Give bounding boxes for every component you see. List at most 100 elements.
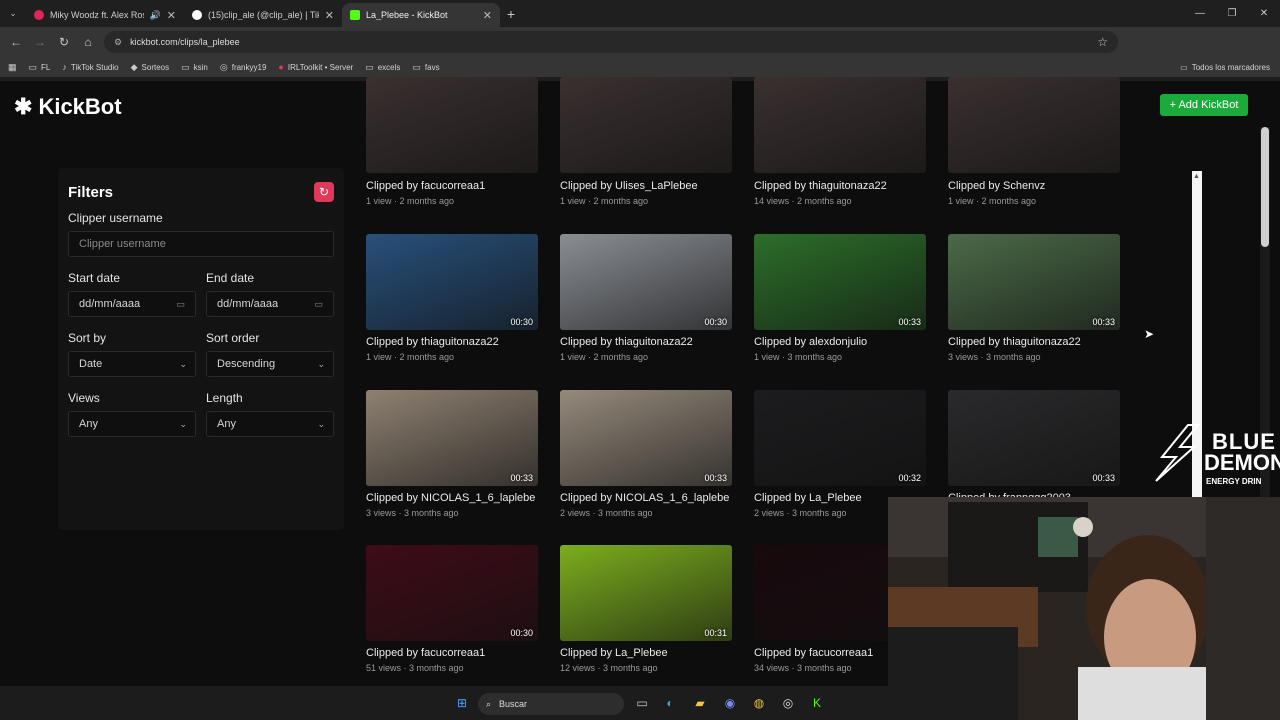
clip-thumbnail[interactable]: [948, 77, 1120, 173]
obs-icon[interactable]: ◎: [780, 695, 796, 711]
clip-thumbnail[interactable]: [560, 77, 732, 173]
calendar-icon[interactable]: ▭: [176, 299, 185, 310]
minimize-icon[interactable]: —: [1184, 0, 1216, 27]
site-info-icon[interactable]: ⚙: [114, 37, 122, 48]
clip-thumbnail[interactable]: 00:30: [366, 545, 538, 641]
bookmark-frankyy19[interactable]: ◎ frankyy19: [220, 62, 267, 73]
add-kickbot-button[interactable]: + Add KickBot: [1160, 94, 1248, 116]
clip-thumbnail[interactable]: 00:33: [560, 390, 732, 486]
bookmark-label: excels: [377, 62, 401, 72]
end-date-input[interactable]: dd/mm/aaaa ▭: [206, 291, 334, 317]
clip-clipper[interactable]: Clipped by Schenvz: [948, 180, 1045, 192]
clip-clipper[interactable]: Clipped by thiaguitonaza22: [948, 336, 1081, 348]
windows-start-icon[interactable]: ⊞: [454, 695, 470, 711]
file-explorer-icon[interactable]: ▰: [692, 695, 708, 711]
clip-duration: 00:32: [898, 473, 921, 483]
bookmark-tiktok-studio[interactable]: ♪ TikTok Studio: [62, 62, 118, 72]
filters-panel: Filters ↻ Clipper username Clipper usern…: [58, 168, 344, 530]
bookmark-irltoolkit[interactable]: ● IRLToolkit • Server: [278, 62, 353, 72]
speaker-icon[interactable]: 🔊: [150, 10, 161, 21]
clip-clipper[interactable]: Clipped by Ulises_LaPlebee: [560, 180, 698, 192]
home-icon[interactable]: ⌂: [76, 35, 100, 49]
clip-clipper[interactable]: Clipped by NICOLAS_1_6_laplebe: [366, 492, 535, 504]
apps-grid-icon[interactable]: ▦: [8, 62, 17, 73]
start-date-input[interactable]: dd/mm/aaaa ▭: [68, 291, 196, 317]
clip-clipper[interactable]: Clipped by facucorreaa1: [366, 180, 485, 192]
clip-clipper[interactable]: Clipped by NICOLAS_1_6_laplebe: [560, 492, 729, 504]
edge-icon[interactable]: ◐: [662, 695, 678, 711]
clip-clipper[interactable]: Clipped by La_Plebee: [754, 492, 862, 504]
bookmark-excels[interactable]: ▭ excels: [365, 62, 400, 73]
folder-icon: ▭: [181, 61, 190, 72]
clip-thumbnail[interactable]: 00:33: [948, 234, 1120, 330]
lightning-logo-icon: [1155, 424, 1201, 482]
clip-clipper[interactable]: Clipped by thiaguitonaza22: [754, 180, 887, 192]
clip-duration: 00:33: [898, 317, 921, 327]
discord-icon[interactable]: ◉: [722, 695, 738, 711]
clip-thumbnail[interactable]: 00:33: [366, 390, 538, 486]
scroll-up-icon[interactable]: ▲: [1193, 173, 1200, 180]
reset-filters-icon[interactable]: ↻: [314, 182, 334, 202]
link-icon: ◎: [219, 61, 228, 72]
new-tab-button[interactable]: +: [500, 6, 522, 22]
folder-icon: ▭: [1180, 62, 1188, 72]
views-label: Views: [68, 391, 100, 405]
address-bar[interactable]: ⚙ kickbot.com/clips/la_plebee ☆: [104, 31, 1118, 53]
clipper-username-input[interactable]: Clipper username: [68, 231, 334, 257]
close-tab-icon[interactable]: ✕: [167, 9, 176, 22]
bookmark-sorteos[interactable]: ◆ Sorteos: [131, 62, 170, 73]
clip-clipper[interactable]: Clipped by thiaguitonaza22: [366, 336, 499, 348]
length-label: Length: [206, 391, 243, 405]
close-tab-icon[interactable]: ✕: [483, 9, 492, 22]
clip-meta: 34 views · 3 months ago: [754, 663, 852, 673]
clip-thumbnail[interactable]: 00:32: [754, 390, 926, 486]
webcam-overlay: [888, 497, 1280, 720]
length-select[interactable]: Any ⌄: [206, 411, 334, 437]
forward-icon[interactable]: →: [28, 35, 52, 49]
bookmark-star-icon[interactable]: ☆: [1097, 35, 1108, 49]
clip-duration: 00:30: [510, 628, 533, 638]
calendar-icon[interactable]: ▭: [314, 299, 323, 310]
logo-text: KickBot: [38, 94, 122, 119]
close-tab-icon[interactable]: ✕: [325, 9, 334, 22]
clip-thumbnail[interactable]: [366, 77, 538, 173]
end-date-value: dd/mm/aaaa: [217, 298, 279, 310]
mouse-cursor-icon: ➤: [1144, 327, 1155, 341]
tab-search-icon[interactable]: ⌄: [0, 0, 26, 27]
clip-thumbnail[interactable]: [754, 77, 926, 173]
clip-duration: 00:33: [704, 473, 727, 483]
search-icon: ⌕: [486, 698, 492, 709]
tab-kickbot[interactable]: La_Plebee - KickBot ✕: [342, 3, 500, 27]
start-date-label: Start date: [68, 271, 121, 285]
reload-icon[interactable]: ↻: [52, 35, 76, 49]
task-view-icon[interactable]: ▭: [634, 695, 650, 711]
clip-clipper[interactable]: Clipped by La_Plebee: [560, 647, 668, 659]
tab-tiktok[interactable]: (15)clip_ale (@clip_ale) | TikTok ✕: [184, 3, 342, 27]
bookmark-fl[interactable]: ▭ FL: [29, 62, 51, 73]
taskbar-search[interactable]: ⌕ Buscar: [478, 693, 624, 715]
chrome-icon[interactable]: ◍: [751, 695, 767, 711]
sort-by-select[interactable]: Date ⌄: [68, 351, 196, 377]
views-select[interactable]: Any ⌄: [68, 411, 196, 437]
close-window-icon[interactable]: ✕: [1248, 0, 1280, 27]
kick-app-icon[interactable]: K: [809, 695, 825, 711]
sort-order-select[interactable]: Descending ⌄: [206, 351, 334, 377]
clip-thumbnail[interactable]: 00:33: [948, 390, 1120, 486]
clip-clipper[interactable]: Clipped by alexdonjulio: [754, 336, 867, 348]
scroll-thumb[interactable]: [1261, 127, 1269, 247]
clip-thumbnail[interactable]: 00:31: [560, 545, 732, 641]
clip-thumbnail[interactable]: 00:30: [560, 234, 732, 330]
bookmark-ksin[interactable]: ▭ ksin: [181, 62, 208, 73]
restore-icon[interactable]: ❐: [1216, 0, 1248, 27]
back-icon[interactable]: ←: [4, 35, 28, 49]
bookmark-favs[interactable]: ▭ favs: [412, 62, 439, 73]
clip-thumbnail[interactable]: 00:33: [754, 234, 926, 330]
clip-clipper[interactable]: Clipped by thiaguitonaza22: [560, 336, 693, 348]
clip-thumbnail[interactable]: 00:30: [366, 234, 538, 330]
clip-clipper[interactable]: Clipped by facucorreaa1: [754, 647, 873, 659]
all-bookmarks[interactable]: ▭ Todos los marcadores: [1180, 57, 1270, 77]
tab-music[interactable]: Miky Woodz ft. Alex Rose - 🔊 ✕: [26, 3, 184, 27]
clip-clipper[interactable]: Clipped by facucorreaa1: [366, 647, 485, 659]
kickbot-logo[interactable]: ✱ KickBot: [14, 94, 122, 120]
sponsor-overlay: BLUE DEMON ENERGY DRIN: [1148, 423, 1280, 493]
